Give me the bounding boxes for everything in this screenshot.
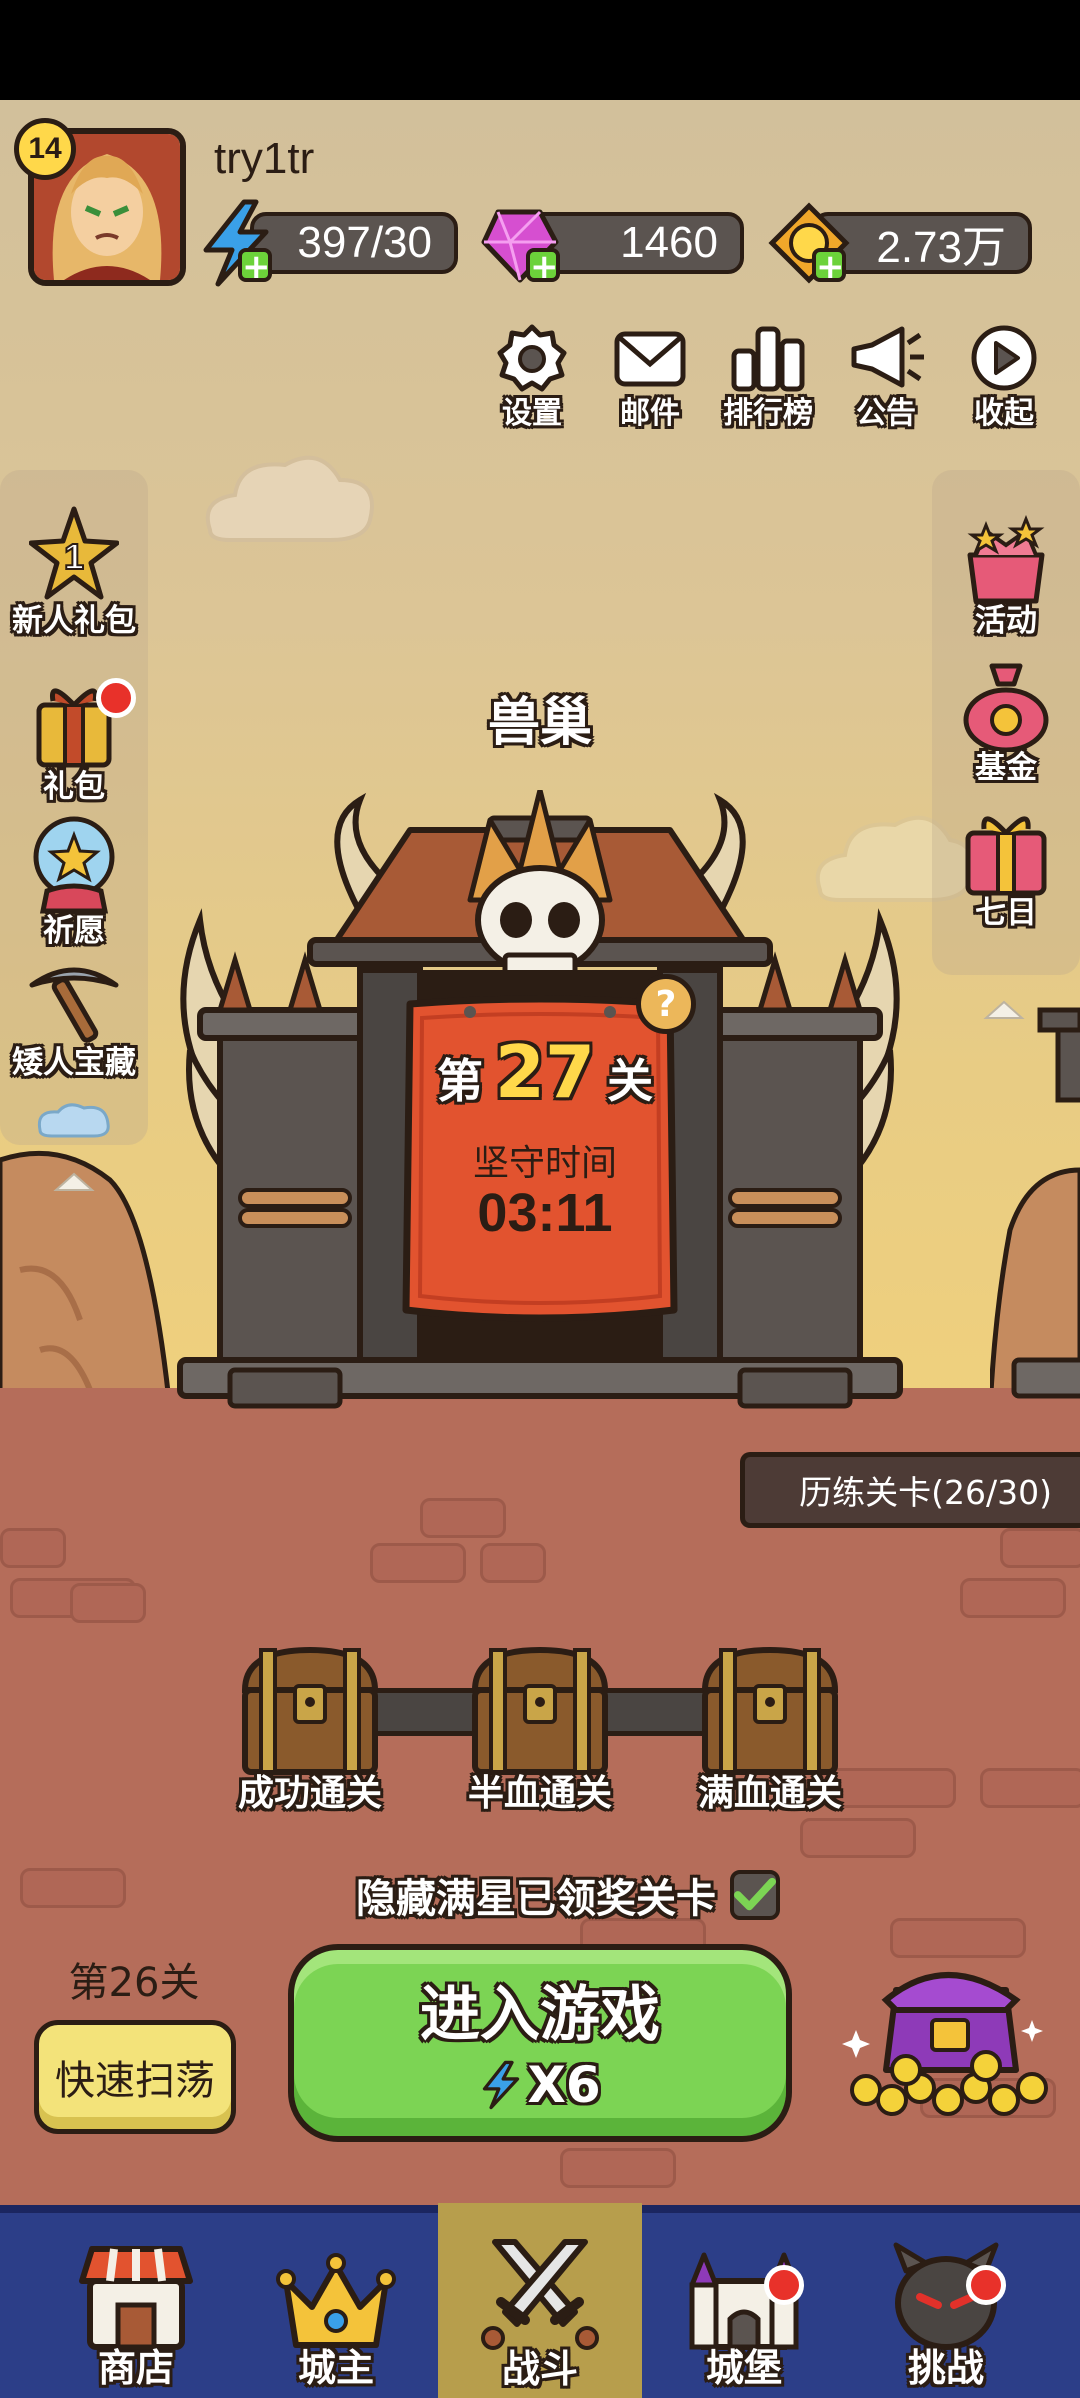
checkmark-icon bbox=[734, 1877, 776, 1911]
stage-name: 兽巢 bbox=[487, 693, 592, 753]
collapse-play-icon bbox=[964, 322, 1044, 394]
bottom-navigation: 商店 城主 战斗 城堡 挑战 bbox=[0, 2203, 1080, 2398]
notification-dot bbox=[96, 678, 136, 718]
hold-time-value: 03:11 bbox=[477, 1183, 613, 1243]
stage-help-button[interactable]: ? bbox=[636, 974, 696, 1034]
trial-levels-label: 历练关卡(26/30) bbox=[799, 1473, 1052, 1512]
stage-number-value: 27 bbox=[494, 1030, 596, 1114]
reward-chest-clear-label: 成功通关 bbox=[237, 1773, 382, 1814]
add-gems-button[interactable]: + bbox=[526, 248, 560, 284]
nav-battle[interactable]: 战斗 bbox=[438, 2203, 642, 2398]
gift-pack-label: 礼包 bbox=[43, 769, 105, 805]
add-gold-button[interactable]: + bbox=[812, 248, 846, 284]
event-label: 活动 bbox=[975, 603, 1037, 639]
treasure-chest-icon bbox=[241, 1646, 379, 1775]
event-button[interactable]: 活动 bbox=[932, 515, 1080, 640]
energy-counter: 397/30 bbox=[250, 212, 458, 274]
collapse-label: 收起 bbox=[974, 396, 1034, 431]
add-energy-button[interactable]: + bbox=[238, 248, 272, 284]
fund-label: 基金 bbox=[975, 750, 1037, 786]
dwarf-treasure-button[interactable]: 矮人宝藏 bbox=[0, 955, 148, 1082]
nav-challenge[interactable]: 挑战 bbox=[846, 2213, 1046, 2398]
reward-chest-half-hp-label: 半血通关 bbox=[467, 1773, 612, 1814]
nav-castle[interactable]: 城堡 bbox=[644, 2213, 844, 2398]
newbie-pack-label: 新人礼包 bbox=[12, 603, 136, 639]
player-name: try1tr bbox=[214, 134, 315, 183]
announcement-button[interactable]: 公告 bbox=[838, 322, 934, 432]
star-one-icon: 1 bbox=[29, 506, 119, 600]
quick-sweep-button[interactable]: 快速扫荡 bbox=[34, 2020, 236, 2134]
stage-suffix: 关 bbox=[607, 1054, 654, 1108]
leaderboard-button[interactable]: 排行榜 bbox=[720, 322, 816, 432]
scroll-up-arrow-icon[interactable] bbox=[52, 1170, 96, 1194]
game-screen: 14 try1tr 397/30 + 1460 + 2.73万 + 设置 邮件 … bbox=[0, 0, 1080, 2398]
announcement-label: 公告 bbox=[856, 396, 916, 431]
crown-icon bbox=[276, 2253, 396, 2348]
nav-lord-label: 城主 bbox=[297, 2346, 374, 2390]
reward-chest-clear[interactable]: 成功通关 bbox=[220, 1640, 400, 1816]
mail-button[interactable]: 邮件 bbox=[602, 322, 698, 432]
reward-chest-full-hp[interactable]: 满血通关 bbox=[680, 1640, 860, 1816]
enter-game-cost: X6 bbox=[527, 2056, 601, 2114]
settings-label: 设置 bbox=[502, 396, 562, 431]
nav-lord[interactable]: 城主 bbox=[236, 2213, 436, 2398]
wish-label: 祈愿 bbox=[43, 913, 105, 949]
pickaxe-icon bbox=[29, 967, 119, 1043]
wish-button[interactable]: 祈愿 bbox=[0, 815, 148, 950]
trial-levels-button[interactable]: 历练关卡(26/30) bbox=[740, 1452, 1080, 1528]
sweep-level: 第26关 bbox=[68, 1960, 200, 2006]
hide-completed-label: 隐藏满星已领奖关卡 bbox=[356, 1876, 716, 1922]
wish-orb-icon bbox=[33, 816, 115, 914]
reward-chest-half-hp[interactable]: 半血通关 bbox=[450, 1640, 630, 1816]
seven-day-button[interactable]: 七日 bbox=[932, 805, 1080, 932]
gear-icon bbox=[492, 322, 572, 394]
status-bar bbox=[0, 0, 1080, 100]
treasure-chest-icon bbox=[471, 1646, 609, 1775]
nav-castle-label: 城堡 bbox=[705, 2346, 782, 2390]
treasure-chest-icon bbox=[701, 1646, 839, 1775]
next-stage-gate-partial bbox=[1011, 1007, 1080, 1399]
seven-day-label: 七日 bbox=[975, 895, 1037, 931]
nav-shop-label: 商店 bbox=[97, 2346, 174, 2390]
settings-button[interactable]: 设置 bbox=[484, 322, 580, 432]
mail-label: 邮件 bbox=[620, 396, 680, 431]
fund-button[interactable]: 基金 bbox=[932, 660, 1080, 787]
seven-day-gift-icon bbox=[965, 816, 1047, 896]
treasure-pile-icon[interactable] bbox=[836, 1960, 1056, 2130]
event-box-icon bbox=[967, 515, 1045, 604]
stage-number: 第 27 关 bbox=[420, 1030, 670, 1114]
newbie-badge-number: 1 bbox=[64, 536, 84, 577]
notification-dot bbox=[966, 2265, 1006, 2305]
collapse-button[interactable]: 收起 bbox=[956, 322, 1052, 432]
dwarf-treasure-label: 矮人宝藏 bbox=[12, 1045, 136, 1081]
money-bag-icon bbox=[963, 663, 1049, 752]
megaphone-icon bbox=[846, 322, 926, 394]
cloud-scroll-icon bbox=[37, 1103, 110, 1138]
hide-completed-checkbox[interactable] bbox=[730, 1870, 780, 1920]
nav-challenge-label: 挑战 bbox=[907, 2346, 984, 2390]
leaderboard-label: 排行榜 bbox=[723, 396, 813, 431]
enter-game-button[interactable]: 进入游戏 X6 bbox=[288, 1944, 792, 2142]
crossed-swords-icon bbox=[481, 2239, 599, 2350]
nav-battle-label: 战斗 bbox=[501, 2347, 578, 2391]
notification-dot bbox=[764, 2265, 804, 2305]
nav-shop[interactable]: 商店 bbox=[36, 2213, 236, 2398]
shop-icon bbox=[79, 2246, 193, 2350]
reward-chest-full-hp-label: 满血通关 bbox=[697, 1773, 842, 1814]
mail-icon bbox=[610, 322, 690, 394]
hold-time-label: 坚守时间 bbox=[472, 1143, 617, 1184]
rock-hill-left bbox=[0, 1150, 173, 1410]
leaderboard-icon bbox=[728, 322, 808, 394]
stage-prefix: 第 bbox=[436, 1054, 483, 1108]
cloud-decoration bbox=[205, 455, 374, 542]
enter-game-label: 进入游戏 bbox=[420, 1980, 660, 2050]
lightning-icon bbox=[483, 2060, 520, 2110]
hide-completed-toggle[interactable]: 隐藏满星已领奖关卡 bbox=[356, 1866, 780, 1924]
newbie-pack-button[interactable]: 1 新人礼包 bbox=[0, 505, 148, 640]
player-level-badge: 14 bbox=[14, 118, 76, 180]
